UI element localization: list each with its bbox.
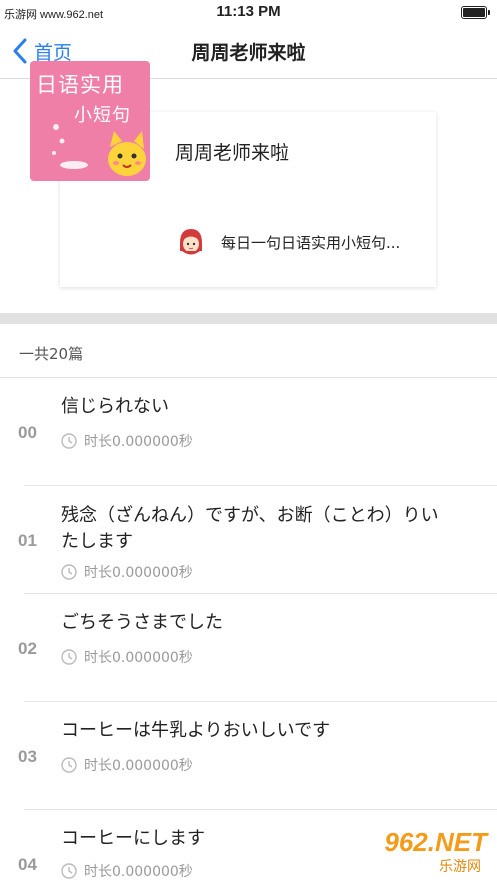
status-time: 11:13 PM (216, 3, 281, 20)
watermark-logo: 962.NET 乐游网 (351, 827, 491, 875)
track-index: 03 (18, 747, 37, 766)
list-item[interactable]: 00 信じられない 时长0.000000秒 (0, 378, 497, 486)
watermark-bottom: 乐游网 (439, 859, 481, 875)
author-avatar-icon (180, 229, 202, 255)
track-index: 01 (18, 531, 37, 550)
track-title: 信じられない (61, 396, 169, 417)
track-index: 02 (18, 639, 37, 658)
battery-icon (461, 6, 490, 19)
clock-icon (61, 564, 77, 580)
track-duration: 时长0.000000秒 (84, 434, 193, 450)
section-separator (0, 313, 497, 324)
track-index: 04 (18, 855, 37, 874)
list-item[interactable]: 01 残念（ざんねん）ですが、お断（ことわ）りいたします 时长0.000000秒 (0, 486, 497, 594)
track-meta: 时长0.000000秒 (61, 431, 193, 451)
track-meta: 时长0.000000秒 (61, 755, 193, 775)
track-count: 一共20篇 (19, 345, 84, 363)
album-description: 每日一句日语实用小短句... (221, 234, 401, 252)
track-title: 残念（ざんねん）ですが、お断（ことわ）りいたします (61, 505, 439, 552)
album-cover: 日语实用 小短句 (30, 61, 150, 181)
track-title: コーヒーは牛乳よりおいしいです (61, 720, 331, 741)
track-index: 00 (18, 423, 37, 442)
track-meta: 时长0.000000秒 (61, 562, 193, 582)
clock-icon (61, 649, 77, 665)
clock-icon (61, 757, 77, 773)
track-meta: 时长0.000000秒 (61, 647, 193, 667)
track-duration: 时长0.000000秒 (84, 758, 193, 774)
track-meta: 时长0.000000秒 (61, 861, 193, 881)
track-duration: 时长0.000000秒 (84, 565, 193, 581)
clock-icon (61, 863, 77, 879)
list-item[interactable]: 02 ごちそうさまでした 时长0.000000秒 (0, 594, 497, 702)
track-duration: 时长0.000000秒 (84, 650, 193, 666)
clock-icon (61, 433, 77, 449)
cat-mascot-icon (52, 124, 146, 176)
list-item[interactable]: 03 コーヒーは牛乳よりおいしいです 时长0.000000秒 (0, 702, 497, 810)
status-bar: 乐游网 www.962.net 11:13 PM (0, 0, 497, 26)
list-header: 一共20篇 (0, 324, 497, 378)
track-duration: 时长0.000000秒 (84, 864, 193, 880)
album-title: 周周老师来啦 (175, 142, 290, 164)
track-title: ごちそうさまでした (61, 612, 223, 633)
watermark-top: 962.NET (384, 827, 487, 857)
